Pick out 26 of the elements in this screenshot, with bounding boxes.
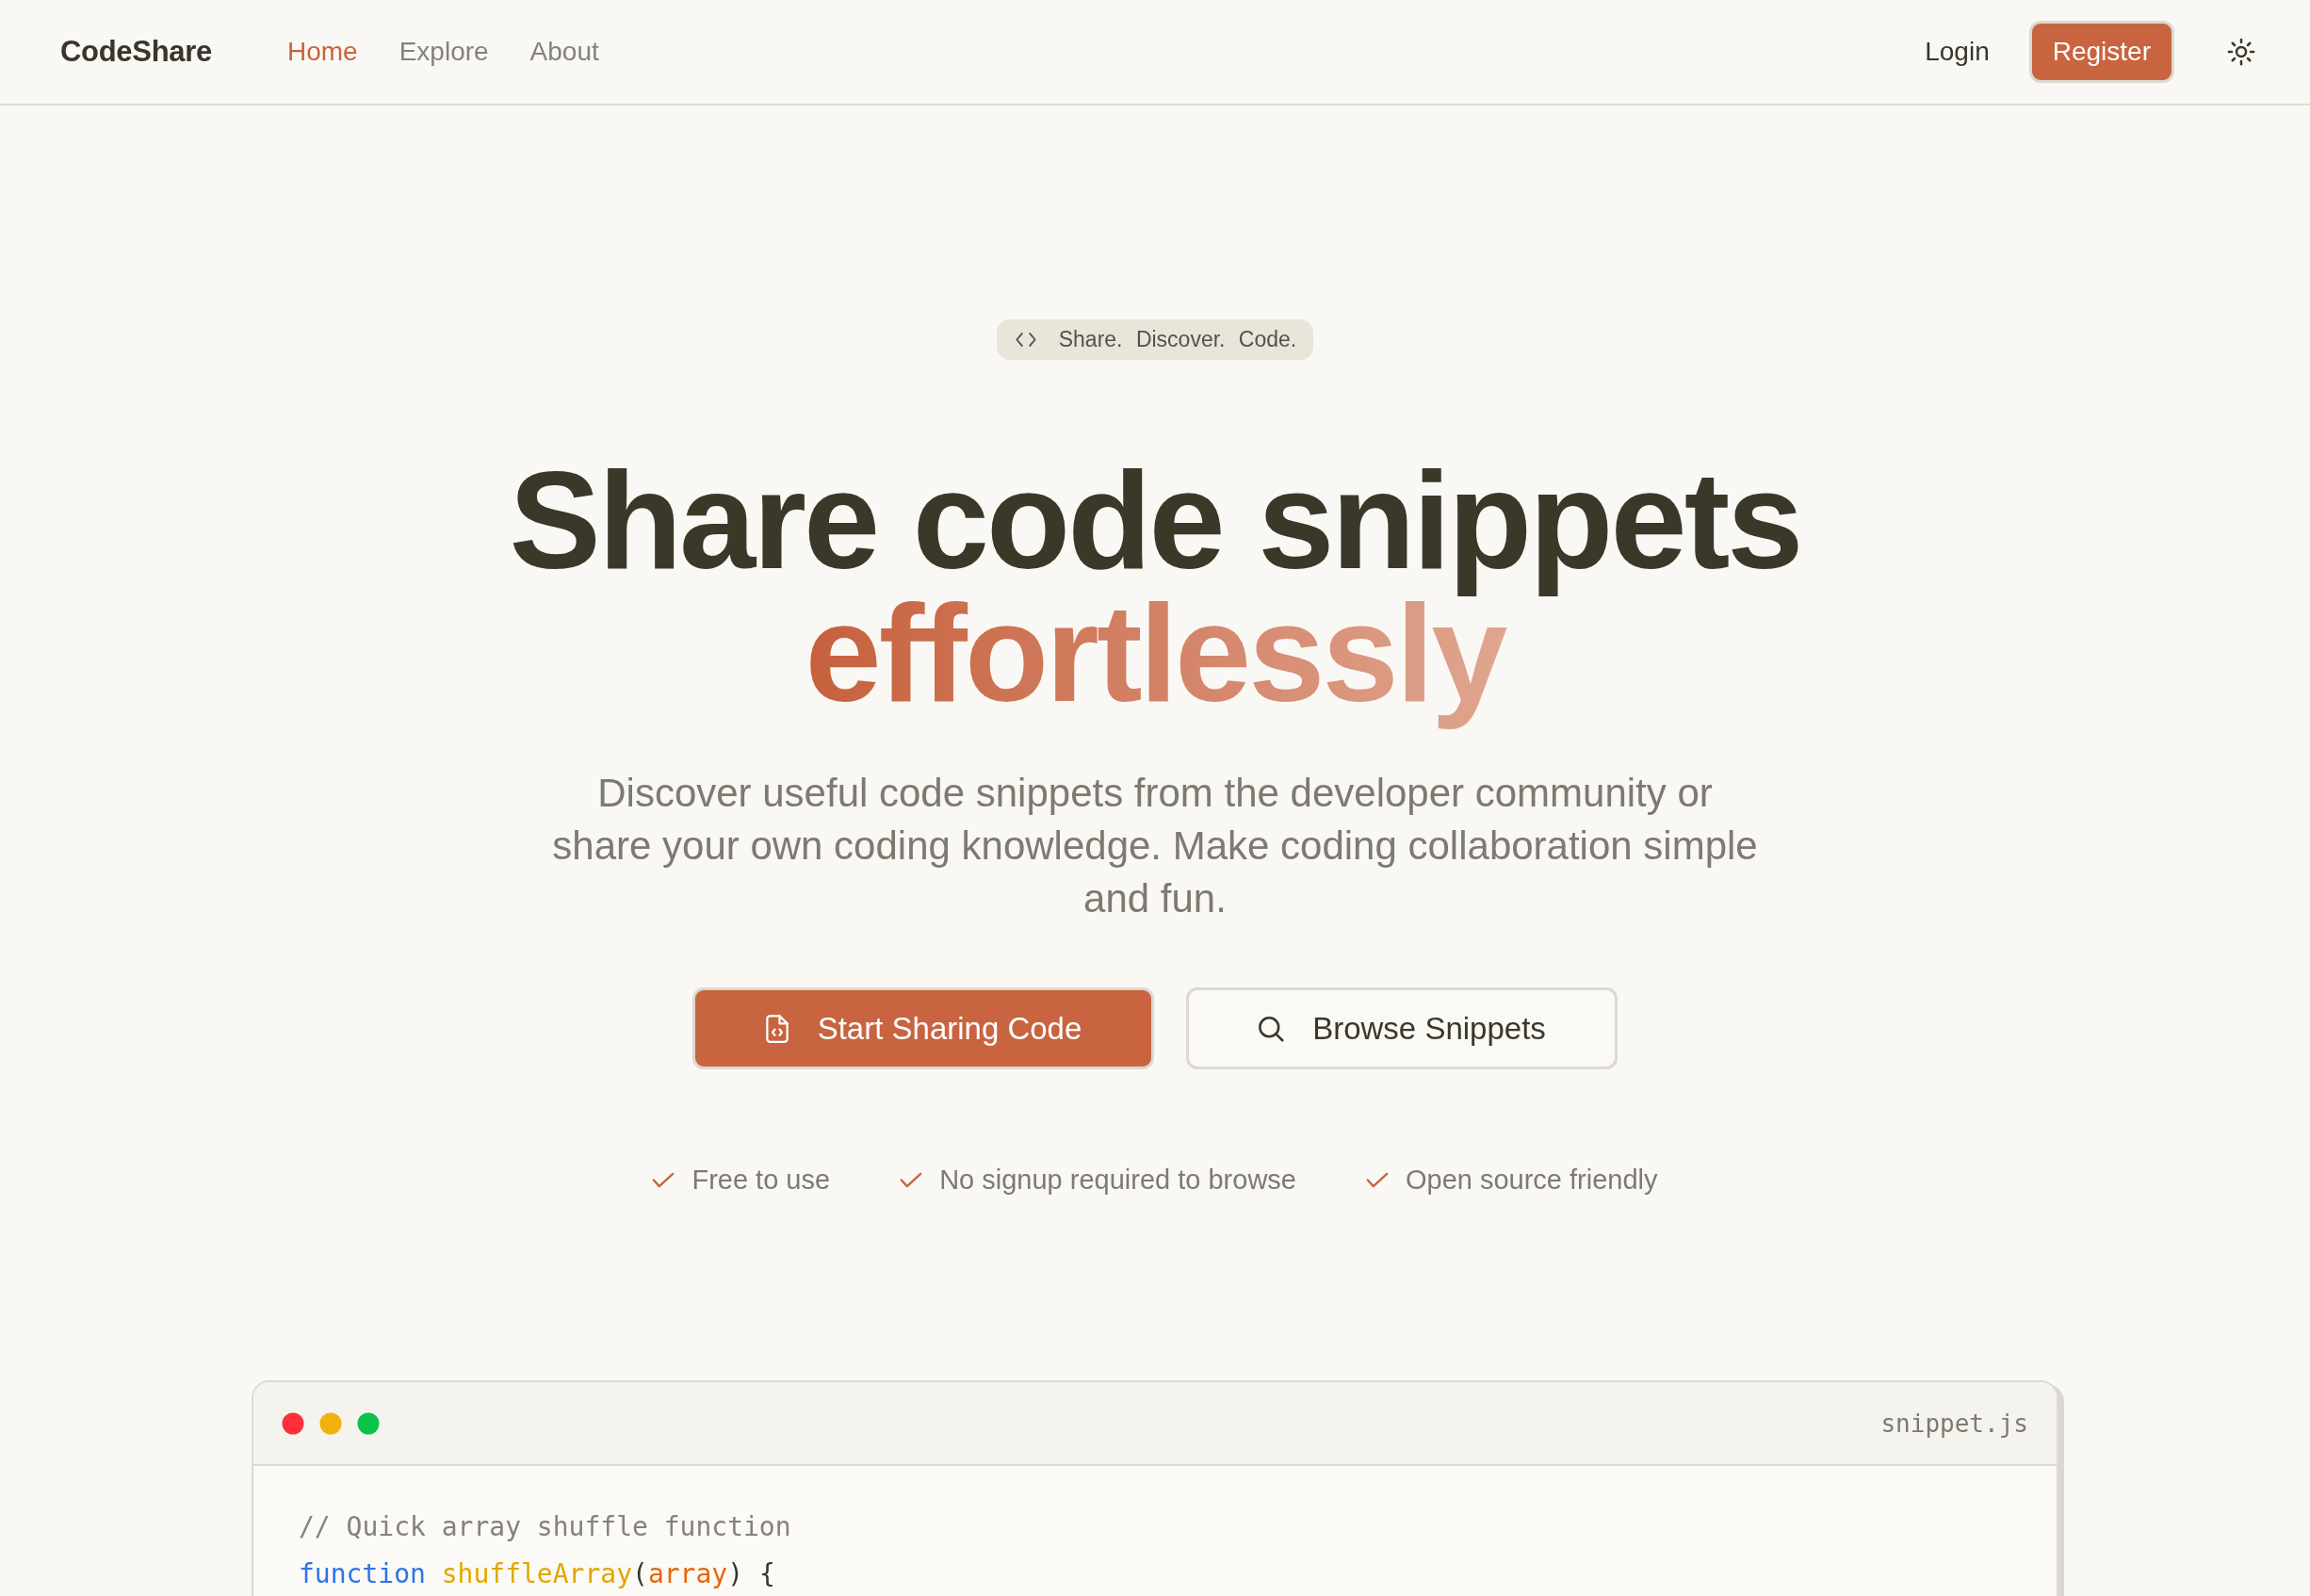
filename-label: snippet.js [1880, 1409, 2028, 1438]
nav-link[interactable]: Home [286, 37, 358, 67]
nav-link[interactable]: About [529, 37, 599, 67]
check-icon [1365, 1171, 1389, 1188]
code-line: function shuffleArray(array) { [299, 1557, 776, 1591]
tagline-text: Share. Discover. Code. [1058, 327, 1297, 352]
sun-icon [2227, 38, 2255, 66]
window-controls-icon [282, 1411, 380, 1435]
register-button[interactable]: Register [2028, 21, 2174, 83]
feature-text: Open source friendly [1405, 1164, 1658, 1196]
code-file-icon [764, 1014, 789, 1043]
theme-toggle-button[interactable] [2227, 38, 2255, 66]
logo[interactable]: CodeShare [60, 35, 212, 69]
code-line: // Quick array shuffle function [299, 1510, 792, 1544]
login-link[interactable]: Login [1925, 37, 1990, 67]
hero-title: Share code snippets [508, 465, 1802, 598]
feature-text: No signup required to browse [939, 1164, 1296, 1196]
hero-description: Discover useful code snippets from the developer community or share your own coding knowledge. Make coding collaboration simple and fun. [552, 770, 1758, 922]
search-icon [1258, 1015, 1285, 1042]
check-icon [652, 1171, 675, 1188]
code-brackets-icon [1015, 333, 1036, 347]
browse-snippets-button[interactable]: Browse Snippets [1186, 987, 1618, 1069]
feature-text: Free to use [691, 1164, 831, 1196]
check-icon [900, 1171, 923, 1188]
start-sharing-button[interactable]: Start Sharing Code [692, 987, 1154, 1069]
nav-link[interactable]: Explore [399, 37, 489, 67]
